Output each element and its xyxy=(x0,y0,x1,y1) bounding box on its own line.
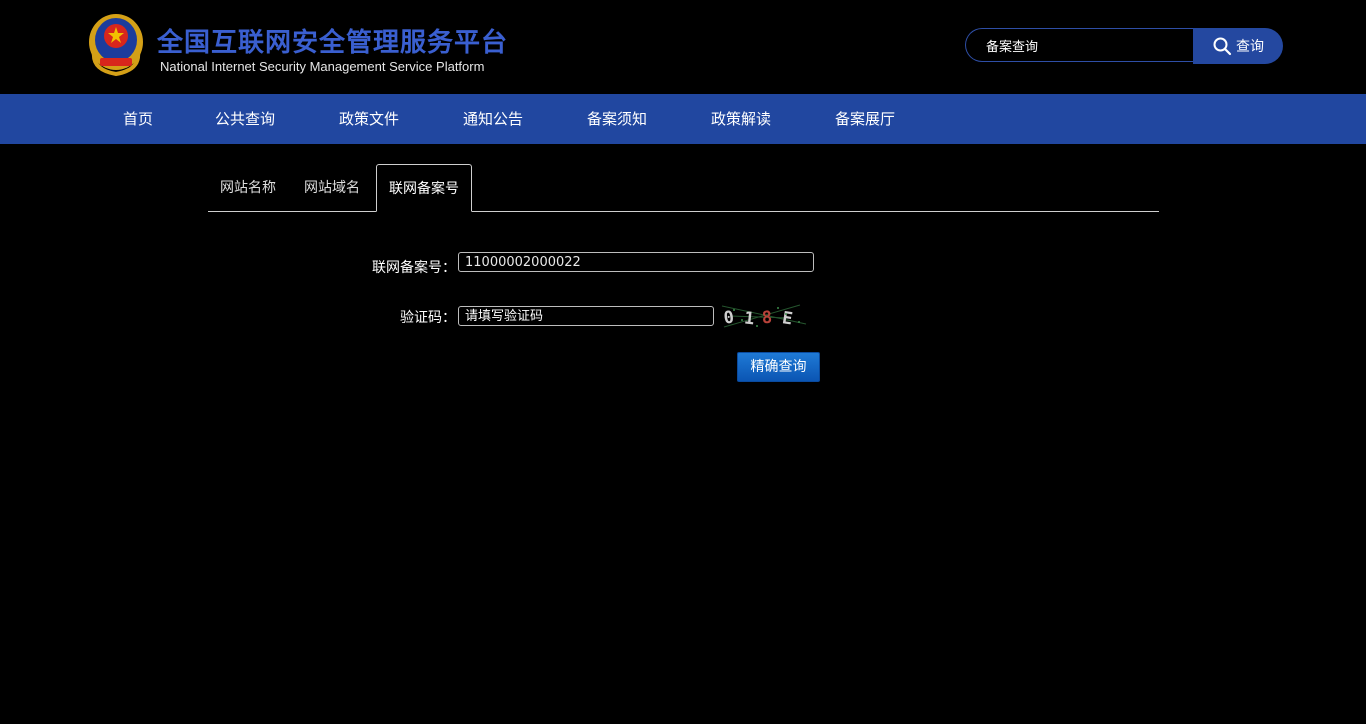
search-button-label: 查询 xyxy=(1236,39,1264,55)
tab-site-domain[interactable]: 网站域名 xyxy=(304,164,360,212)
nav-item-notices[interactable]: 通知公告 xyxy=(463,94,523,144)
site-title: 全国互联网安全管理服务平台 xyxy=(157,28,509,58)
nav-item-home[interactable]: 首页 xyxy=(123,94,153,144)
tab-site-name[interactable]: 网站名称 xyxy=(220,164,276,212)
record-number-input[interactable] xyxy=(458,252,814,272)
captcha-input[interactable] xyxy=(458,306,714,326)
captcha-image[interactable]: 0 1 8 E xyxy=(720,302,808,330)
header-search-input[interactable] xyxy=(986,29,1186,61)
police-emblem-icon xyxy=(89,14,143,77)
nav-item-public-query[interactable]: 公共查询 xyxy=(215,94,275,144)
header-search-box xyxy=(965,28,1193,62)
exact-query-button[interactable]: 精确查询 xyxy=(737,352,820,382)
tabs-divider xyxy=(208,211,1159,212)
nav-item-filing-guide[interactable]: 备案须知 xyxy=(587,94,647,144)
record-number-label: 联网备案号： xyxy=(372,260,456,276)
site-subtitle: National Internet Security Management Se… xyxy=(160,59,485,74)
nav-item-filing-hall[interactable]: 备案展厅 xyxy=(835,94,895,144)
svg-text:8: 8 xyxy=(761,308,773,329)
site-header: 全国互联网安全管理服务平台 National Internet Security… xyxy=(0,0,1366,94)
nav-item-policy-interpretation[interactable]: 政策解读 xyxy=(711,94,771,144)
captcha-label: 验证码： xyxy=(400,310,456,326)
tab-record-number[interactable]: 联网备案号 xyxy=(376,164,472,212)
header-search-button[interactable]: 查询 xyxy=(1193,28,1283,64)
nav-item-policy-documents[interactable]: 政策文件 xyxy=(339,94,399,144)
main-nav: 首页 公共查询 政策文件 通知公告 备案须知 政策解读 备案展厅 xyxy=(0,94,1366,144)
svg-text:1: 1 xyxy=(743,308,755,329)
search-icon xyxy=(1213,37,1232,56)
